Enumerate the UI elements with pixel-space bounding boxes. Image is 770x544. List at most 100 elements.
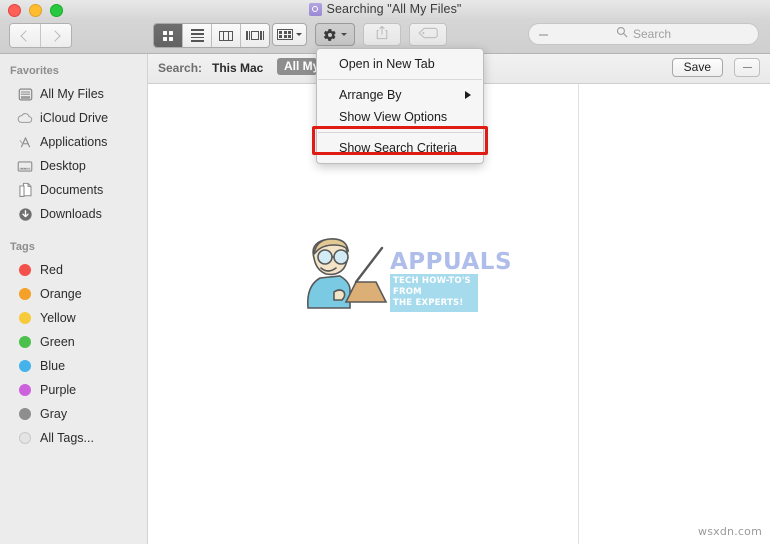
sidebar-item-label: Purple: [40, 383, 77, 397]
sidebar-item-label: All Tags...: [40, 431, 94, 445]
sidebar-item-tag-orange[interactable]: Orange: [0, 282, 147, 306]
desktop-icon: [17, 158, 33, 174]
sidebar-item-all-my-files[interactable]: All My Files: [0, 82, 147, 106]
sidebar-item-label: Orange: [40, 287, 82, 301]
window-title: Searching "All My Files": [326, 2, 462, 16]
arrange-button[interactable]: [272, 23, 307, 46]
back-button[interactable]: [10, 24, 40, 47]
coverflow-view-button[interactable]: [240, 24, 269, 47]
action-context-menu: Open in New Tab Arrange By Show View Opt…: [316, 48, 484, 164]
sidebar-header-tags: Tags: [10, 241, 35, 253]
columns-icon: [219, 30, 233, 41]
sidebar-section-favorites: Favorites All My Files iCloud Drive Appl…: [0, 54, 147, 226]
menu-item-show-view-options[interactable]: Show View Options: [317, 106, 483, 128]
menu-separator: [318, 132, 482, 133]
sidebar-header-favorites: Favorites: [10, 65, 59, 77]
coverflow-icon: [246, 31, 264, 40]
sidebar-item-tag-gray[interactable]: Gray: [0, 402, 147, 426]
minimize-button[interactable]: [29, 4, 42, 17]
search-field[interactable]: Search: [528, 23, 759, 45]
sidebar-item-label: Gray: [40, 407, 68, 421]
tag-dot-icon: [17, 262, 33, 278]
site-watermark: wsxdn.com: [698, 525, 762, 538]
sidebar-item-tag-purple[interactable]: Purple: [0, 378, 147, 402]
share-up-arrow-icon: [375, 25, 389, 45]
arrange-grid-icon: [276, 28, 294, 41]
search-icon: [616, 25, 628, 43]
scope-all-my-files[interactable]: All My Files: [277, 58, 317, 75]
chevron-right-icon: [49, 29, 61, 42]
list-icon: [190, 29, 204, 42]
sidebar-item-tag-green[interactable]: Green: [0, 330, 147, 354]
watermark-tagline-line2: THE EXPERTS!: [393, 298, 464, 308]
view-mode-segmented-control: [153, 23, 270, 48]
sidebar: Favorites All My Files iCloud Drive Appl…: [0, 54, 148, 544]
menu-item-arrange-by[interactable]: Arrange By: [317, 84, 483, 106]
menu-item-label: Arrange By: [339, 88, 402, 102]
menu-item-open-in-new-tab[interactable]: Open in New Tab: [317, 53, 483, 75]
submenu-arrow-icon: [465, 91, 471, 99]
traffic-light-controls: [8, 4, 63, 17]
sidebar-item-icloud-drive[interactable]: iCloud Drive: [0, 106, 147, 130]
sidebar-item-documents[interactable]: Documents: [0, 178, 147, 202]
chevron-left-icon: [20, 29, 32, 42]
maximize-button[interactable]: [50, 4, 63, 17]
reset-dash-icon[interactable]: [539, 34, 548, 36]
tag-dot-icon: [17, 310, 33, 326]
cartoon-person-icon: [306, 238, 388, 309]
sidebar-item-label: Blue: [40, 359, 66, 373]
finder-window: Searching "All My Files" Search Search: …: [0, 0, 770, 544]
menu-item-show-search-criteria[interactable]: Show Search Criteria: [317, 137, 483, 159]
search-folder-icon: [308, 2, 322, 16]
sidebar-item-label: Green: [40, 335, 75, 349]
remove-criteria-button[interactable]: [734, 58, 760, 77]
share-button[interactable]: [363, 23, 401, 46]
sidebar-item-tag-yellow[interactable]: Yellow: [0, 306, 147, 330]
tag-dot-icon: [17, 406, 33, 422]
watermark-text-block: APPUALS TECH HOW-TO'S FROM THE EXPERTS!: [390, 250, 512, 312]
sidebar-item-tag-red[interactable]: Red: [0, 258, 147, 282]
search-placeholder: Search: [632, 27, 672, 41]
tag-dot-icon: [17, 334, 33, 350]
chevron-down-icon: [296, 33, 303, 36]
list-view-button[interactable]: [182, 24, 211, 47]
save-button[interactable]: Save: [671, 58, 723, 77]
documents-icon: [17, 182, 33, 198]
all-my-files-icon: [17, 86, 33, 102]
close-button[interactable]: [8, 4, 21, 17]
icloud-icon: [17, 110, 33, 126]
appuals-watermark: APPUALS TECH HOW-TO'S FROM THE EXPERTS!: [294, 230, 512, 312]
sidebar-item-label: Downloads: [40, 207, 102, 221]
grid-icon: [163, 30, 173, 41]
navigation-buttons: [9, 23, 72, 48]
column-view-button[interactable]: [211, 24, 240, 47]
minus-icon: [742, 66, 752, 69]
sidebar-item-all-tags[interactable]: All Tags...: [0, 426, 147, 450]
column-divider: [578, 84, 579, 544]
tag-dot-icon: [17, 286, 33, 302]
tag-dot-hollow-icon: [17, 430, 33, 446]
gear-icon: [323, 28, 337, 42]
applications-icon: [17, 134, 33, 150]
search-label: Search:: [158, 61, 203, 75]
sidebar-item-label: All My Files: [40, 87, 104, 101]
tag-button[interactable]: [409, 23, 447, 46]
menu-separator: [318, 79, 482, 80]
action-gear-button[interactable]: [315, 23, 355, 46]
watermark-tagline: TECH HOW-TO'S FROM THE EXPERTS!: [390, 274, 478, 312]
watermark-tagline-line1: TECH HOW-TO'S FROM: [393, 276, 471, 297]
tag-icon: [418, 26, 438, 44]
tag-dot-icon: [17, 358, 33, 374]
sidebar-item-tag-blue[interactable]: Blue: [0, 354, 147, 378]
sidebar-item-downloads[interactable]: Downloads: [0, 202, 147, 226]
downloads-icon: [17, 206, 33, 222]
tag-dot-icon: [17, 382, 33, 398]
sidebar-item-label: iCloud Drive: [40, 111, 109, 125]
scope-this-mac[interactable]: This Mac: [212, 61, 263, 75]
sidebar-item-desktop[interactable]: Desktop: [0, 154, 147, 178]
sidebar-item-applications[interactable]: Applications: [0, 130, 147, 154]
icon-view-button[interactable]: [154, 24, 182, 47]
window-title-container: Searching "All My Files": [0, 0, 770, 18]
forward-button[interactable]: [40, 24, 71, 47]
sidebar-item-label: Applications: [40, 135, 108, 149]
